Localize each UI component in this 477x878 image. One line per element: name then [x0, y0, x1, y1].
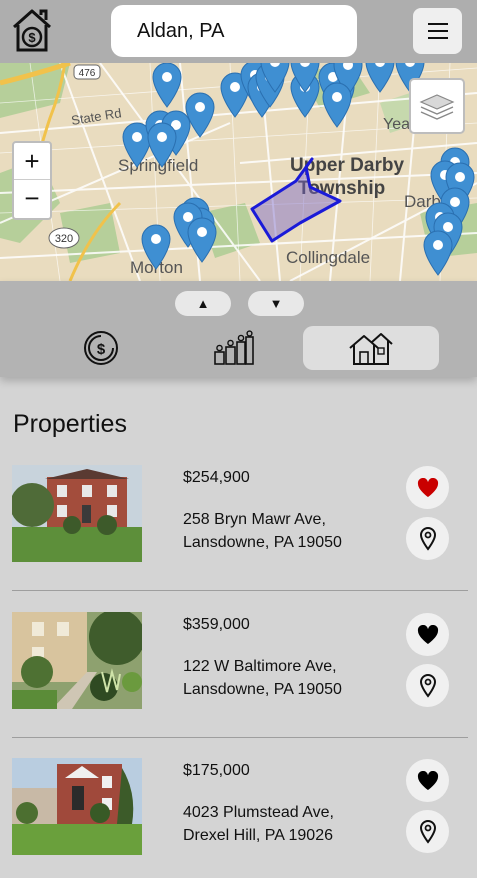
- map-label-collingdale: Collingdale: [286, 248, 370, 267]
- address-line-1: 4023 Plumstead Ave,: [183, 804, 334, 821]
- properties-heading: Properties: [13, 410, 127, 438]
- address-line-2: Lansdowne, PA 19050: [183, 534, 342, 551]
- property-price: $359,000: [183, 616, 250, 633]
- property-address: 122 W Baltimore Ave, Lansdowne, PA 19050: [183, 655, 342, 701]
- property-photo[interactable]: [12, 612, 142, 709]
- address-line-2: Drexel Hill, PA 19026: [183, 827, 333, 844]
- favorite-button[interactable]: [406, 466, 449, 509]
- layers-icon: [419, 94, 455, 120]
- tab-finance[interactable]: $: [33, 326, 169, 370]
- address-line-2: Lansdowne, PA 19050: [183, 681, 342, 698]
- menu-button[interactable]: [413, 8, 462, 54]
- svg-text:$: $: [28, 30, 36, 45]
- heart-icon: [417, 477, 438, 497]
- map-label-320: 320: [55, 233, 73, 245]
- show-on-map-button[interactable]: [406, 517, 449, 560]
- bar-chart-people-icon: [214, 330, 254, 365]
- house-dollar-icon[interactable]: $: [10, 7, 54, 53]
- property-address: 4023 Plumstead Ave, Drexel Hill, PA 1902…: [183, 801, 334, 847]
- map-label-476: 476: [79, 68, 96, 79]
- map-pin-icon: [419, 673, 436, 698]
- favorite-button[interactable]: [406, 613, 449, 656]
- map-label-yea: Yea: [383, 116, 410, 133]
- zoom-control: + −: [12, 141, 52, 220]
- dollar-circle-icon: $: [84, 331, 118, 365]
- map-layers-button[interactable]: [409, 78, 465, 134]
- map-view[interactable]: 476 320 State Rd Springfield Upper Darby…: [0, 63, 477, 281]
- show-on-map-button[interactable]: [406, 664, 449, 707]
- property-photo[interactable]: [12, 758, 142, 855]
- property-listing[interactable]: $175,000 4023 Plumstead Ave, Drexel Hill…: [0, 758, 477, 878]
- houses-icon: [349, 333, 393, 365]
- zoom-in-button[interactable]: +: [14, 143, 50, 180]
- map-pin-icon: [419, 526, 436, 551]
- address-line-1: 258 Bryn Mawr Ave,: [183, 511, 326, 528]
- view-control-panel: ▲ ▼ $: [0, 281, 477, 377]
- zoom-out-button[interactable]: −: [14, 180, 50, 217]
- property-address: 258 Bryn Mawr Ave, Lansdowne, PA 19050: [183, 508, 342, 554]
- show-on-map-button[interactable]: [406, 810, 449, 853]
- property-photo[interactable]: [12, 465, 142, 562]
- hamburger-icon: [427, 23, 448, 39]
- tab-properties[interactable]: [303, 326, 439, 370]
- heart-icon: [417, 624, 438, 644]
- expand-map-button[interactable]: ▼: [248, 291, 304, 316]
- address-line-1: 122 W Baltimore Ave,: [183, 658, 337, 675]
- favorite-button[interactable]: [406, 759, 449, 802]
- property-price: $175,000: [183, 762, 250, 779]
- listing-divider: [12, 737, 468, 738]
- tab-statistics[interactable]: [166, 326, 302, 370]
- property-price: $254,900: [183, 469, 250, 486]
- property-listing[interactable]: $359,000 122 W Baltimore Ave, Lansdowne,…: [0, 612, 477, 732]
- location-search-input[interactable]: [111, 5, 357, 57]
- heart-icon: [417, 770, 438, 790]
- svg-text:$: $: [97, 341, 106, 358]
- collapse-map-button[interactable]: ▲: [175, 291, 231, 316]
- property-listing[interactable]: $254,900 258 Bryn Mawr Ave, Lansdowne, P…: [0, 465, 477, 585]
- top-bar: $: [0, 0, 477, 63]
- map-pin-icon: [419, 819, 436, 844]
- listing-divider: [12, 590, 468, 591]
